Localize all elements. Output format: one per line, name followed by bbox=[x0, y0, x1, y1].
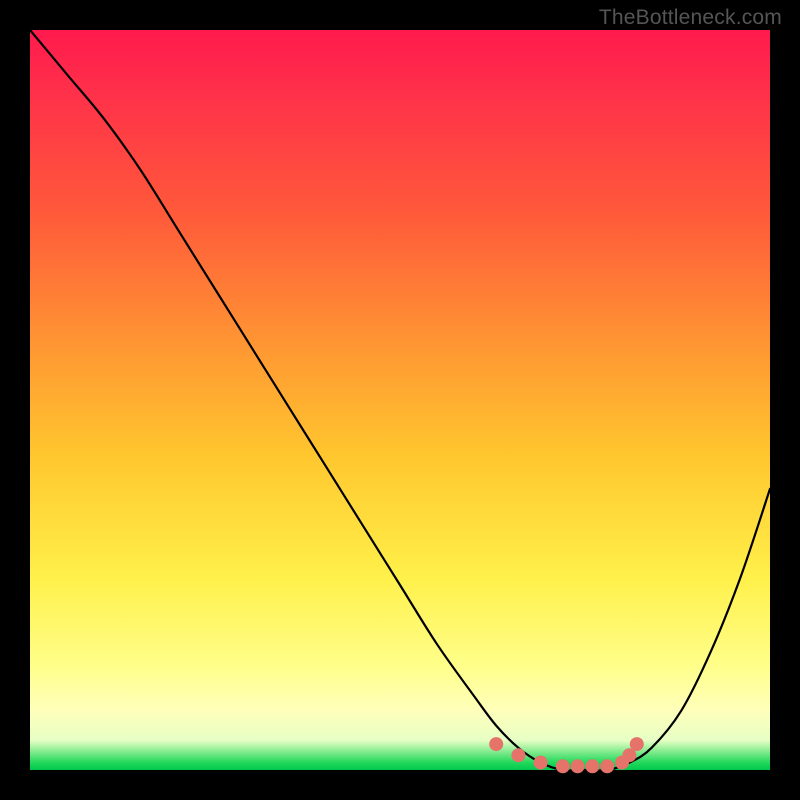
bottleneck-curve-path bbox=[30, 30, 770, 771]
plot-area bbox=[30, 30, 770, 770]
highlight-dot bbox=[534, 756, 548, 770]
highlight-dot bbox=[585, 759, 599, 773]
highlight-dot bbox=[600, 759, 614, 773]
watermark-text: TheBottleneck.com bbox=[599, 6, 782, 30]
highlight-dot bbox=[571, 759, 585, 773]
highlight-dot bbox=[556, 759, 570, 773]
highlight-dot bbox=[511, 748, 525, 762]
chart-frame: TheBottleneck.com bbox=[0, 0, 800, 800]
chart-svg bbox=[30, 30, 770, 770]
highlight-dot bbox=[489, 737, 503, 751]
highlight-dot bbox=[630, 737, 644, 751]
